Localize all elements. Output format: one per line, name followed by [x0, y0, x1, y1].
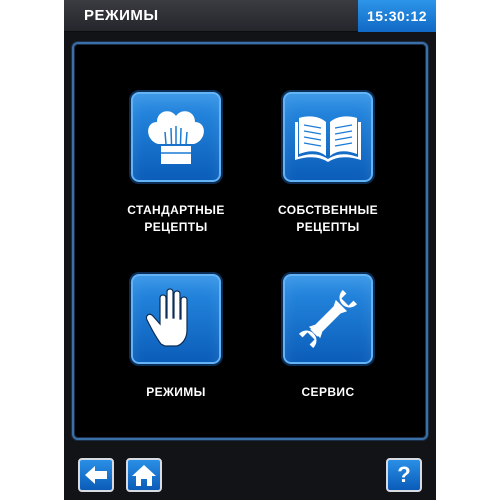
own-recipes-label: СОБСТВЕННЫЕ РЕЦЕПТЫ: [277, 203, 379, 234]
service-label: СЕРВИС: [301, 385, 355, 399]
service-button[interactable]: [281, 272, 375, 366]
help-icon: ?: [397, 462, 411, 487]
header-bar: РЕЖИМЫ 15:30:12: [64, 0, 436, 32]
clock-display: 15:30:12: [358, 0, 436, 32]
main-menu-panel: СТАНДАРТНЫЕ РЕЦЕПТЫ СОБСТВЕННЫЕ РЕЦЕПТЫ …: [72, 42, 428, 440]
oven-control-screen: РЕЖИМЫ 15:30:12 СТАНДАРТНЫЕ РЕЦЕПТЫ СОБС…: [64, 0, 436, 500]
standard-recipes-label: СТАНДАРТНЫЕ РЕЦЕПТЫ: [127, 203, 225, 234]
home-button[interactable]: [126, 458, 162, 492]
modes-button[interactable]: [129, 272, 223, 366]
own-recipes-tile[interactable]: СОБСТВЕННЫЕ РЕЦЕПТЫ: [252, 90, 404, 236]
modes-label: РЕЖИМЫ: [146, 385, 206, 399]
modes-tile[interactable]: РЕЖИМЫ: [100, 272, 252, 401]
back-button[interactable]: [78, 458, 114, 492]
hand-icon: [145, 288, 188, 347]
arrow-left-icon: [85, 466, 107, 484]
home-icon: [132, 465, 156, 486]
own-recipes-button[interactable]: [281, 90, 375, 184]
chef-hat-icon: [148, 111, 204, 164]
standard-recipes-button[interactable]: [129, 90, 223, 184]
wrench-icon: [299, 290, 357, 348]
service-tile[interactable]: СЕРВИС: [252, 272, 404, 401]
open-book-icon: [295, 116, 361, 162]
page-title: РЕЖИМЫ: [84, 7, 159, 24]
standard-recipes-tile[interactable]: СТАНДАРТНЫЕ РЕЦЕПТЫ: [100, 90, 252, 236]
help-button[interactable]: ?: [386, 458, 422, 492]
